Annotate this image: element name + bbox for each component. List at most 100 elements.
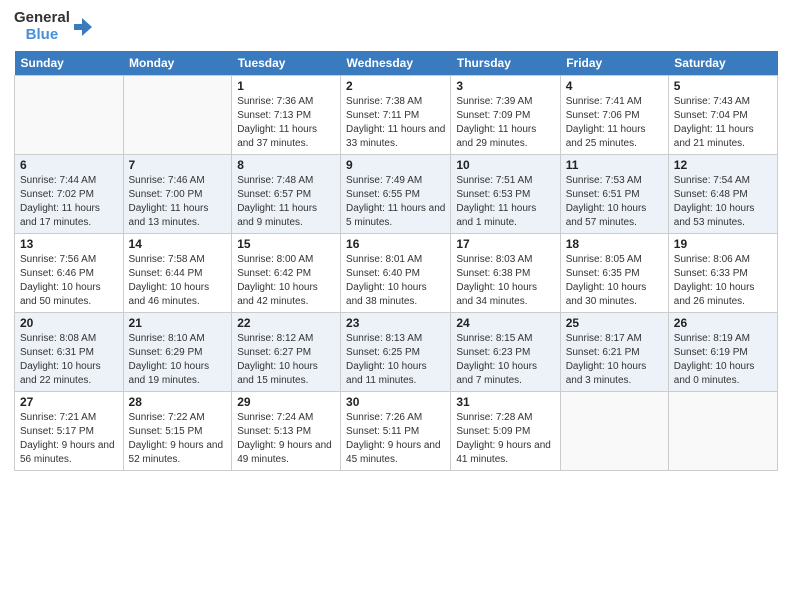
day-number: 14 xyxy=(129,237,227,251)
logo: General Blue xyxy=(14,10,94,43)
calendar-cell: 13 Sunrise: 7:56 AMSunset: 6:46 PMDayligh… xyxy=(15,234,124,313)
calendar-cell: 1 Sunrise: 7:36 AMSunset: 7:13 PMDaylight… xyxy=(232,76,341,155)
day-detail: Sunrise: 7:26 AMSunset: 5:11 PMDaylight:… xyxy=(346,411,445,467)
calendar-cell: 29 Sunrise: 7:24 AMSunset: 5:13 PMDayligh… xyxy=(232,392,341,471)
day-number: 8 xyxy=(237,158,335,172)
day-detail: Sunrise: 7:56 AMSunset: 6:46 PMDaylight:… xyxy=(20,253,118,309)
calendar-cell: 12 Sunrise: 7:54 AMSunset: 6:48 PMDayligh… xyxy=(668,155,777,234)
day-number: 26 xyxy=(674,316,772,330)
calendar-cell: 25 Sunrise: 8:17 AMSunset: 6:21 PMDayligh… xyxy=(560,313,668,392)
day-number: 15 xyxy=(237,237,335,251)
day-number: 7 xyxy=(129,158,227,172)
calendar-cell: 7Sunrise: 7:46 AMSunset: 7:00 PMDaylight… xyxy=(123,155,232,234)
calendar-cell: 11 Sunrise: 7:53 AMSunset: 6:51 PMDayligh… xyxy=(560,155,668,234)
calendar-cell xyxy=(560,392,668,471)
day-detail: Sunrise: 7:49 AMSunset: 6:55 PMDaylight:… xyxy=(346,174,445,230)
day-detail: Sunrise: 7:24 AMSunset: 5:13 PMDaylight:… xyxy=(237,411,335,467)
day-detail: Sunrise: 7:28 AMSunset: 5:09 PMDaylight:… xyxy=(456,411,554,467)
calendar-cell: 15 Sunrise: 8:00 AMSunset: 6:42 PMDayligh… xyxy=(232,234,341,313)
day-detail: Sunrise: 8:17 AMSunset: 6:21 PMDaylight:… xyxy=(566,332,663,388)
day-detail: Sunrise: 7:48 AMSunset: 6:57 PMDaylight:… xyxy=(237,174,335,230)
calendar-cell: 26 Sunrise: 8:19 AMSunset: 6:19 PMDayligh… xyxy=(668,313,777,392)
day-header-sunday: Sunday xyxy=(15,51,124,76)
calendar-cell: 23 Sunrise: 8:13 AMSunset: 6:25 PMDayligh… xyxy=(341,313,451,392)
day-header-saturday: Saturday xyxy=(668,51,777,76)
calendar-cell xyxy=(123,76,232,155)
day-detail: Sunrise: 7:43 AMSunset: 7:04 PMDaylight:… xyxy=(674,95,772,151)
day-detail: Sunrise: 7:22 AMSunset: 5:15 PMDaylight:… xyxy=(129,411,227,467)
day-number: 10 xyxy=(456,158,554,172)
calendar-cell: 21 Sunrise: 8:10 AMSunset: 6:29 PMDayligh… xyxy=(123,313,232,392)
day-number: 17 xyxy=(456,237,554,251)
day-detail: Sunrise: 7:21 AMSunset: 5:17 PMDaylight:… xyxy=(20,411,118,467)
day-number: 12 xyxy=(674,158,772,172)
day-number: 24 xyxy=(456,316,554,330)
day-number: 9 xyxy=(346,158,445,172)
day-header-tuesday: Tuesday xyxy=(232,51,341,76)
day-detail: Sunrise: 8:00 AMSunset: 6:42 PMDaylight:… xyxy=(237,253,335,309)
calendar-cell: 14 Sunrise: 7:58 AMSunset: 6:44 PMDayligh… xyxy=(123,234,232,313)
calendar-cell: 24Sunrise: 8:15 AMSunset: 6:23 PMDayligh… xyxy=(451,313,560,392)
calendar-cell: 19 Sunrise: 8:06 AMSunset: 6:33 PMDayligh… xyxy=(668,234,777,313)
day-detail: Sunrise: 7:39 AMSunset: 7:09 PMDaylight:… xyxy=(456,95,554,151)
day-detail: Sunrise: 7:53 AMSunset: 6:51 PMDaylight:… xyxy=(566,174,663,230)
day-header-friday: Friday xyxy=(560,51,668,76)
day-number: 23 xyxy=(346,316,445,330)
day-number: 16 xyxy=(346,237,445,251)
day-number: 13 xyxy=(20,237,118,251)
calendar-cell: 18 Sunrise: 8:05 AMSunset: 6:35 PMDayligh… xyxy=(560,234,668,313)
calendar-cell: 30Sunrise: 7:26 AMSunset: 5:11 PMDayligh… xyxy=(341,392,451,471)
day-header-thursday: Thursday xyxy=(451,51,560,76)
day-number: 31 xyxy=(456,395,554,409)
day-number: 22 xyxy=(237,316,335,330)
day-number: 1 xyxy=(237,79,335,93)
calendar-cell: 9 Sunrise: 7:49 AMSunset: 6:55 PMDaylight… xyxy=(341,155,451,234)
day-number: 25 xyxy=(566,316,663,330)
day-detail: Sunrise: 8:10 AMSunset: 6:29 PMDaylight:… xyxy=(129,332,227,388)
day-detail: Sunrise: 8:13 AMSunset: 6:25 PMDaylight:… xyxy=(346,332,445,388)
day-detail: Sunrise: 7:54 AMSunset: 6:48 PMDaylight:… xyxy=(674,174,772,230)
day-number: 19 xyxy=(674,237,772,251)
calendar-cell: 17 Sunrise: 8:03 AMSunset: 6:38 PMDayligh… xyxy=(451,234,560,313)
day-number: 11 xyxy=(566,158,663,172)
calendar-cell: 10 Sunrise: 7:51 AMSunset: 6:53 PMDayligh… xyxy=(451,155,560,234)
page-header: General Blue xyxy=(14,10,778,43)
calendar-cell: 28 Sunrise: 7:22 AMSunset: 5:15 PMDayligh… xyxy=(123,392,232,471)
calendar-cell xyxy=(15,76,124,155)
logo-arrow-icon xyxy=(72,16,94,38)
day-number: 29 xyxy=(237,395,335,409)
calendar-cell: 2Sunrise: 7:38 AMSunset: 7:11 PMDaylight… xyxy=(341,76,451,155)
calendar-cell: 20Sunrise: 8:08 AMSunset: 6:31 PMDayligh… xyxy=(15,313,124,392)
day-detail: Sunrise: 7:51 AMSunset: 6:53 PMDaylight:… xyxy=(456,174,554,230)
day-detail: Sunrise: 8:03 AMSunset: 6:38 PMDaylight:… xyxy=(456,253,554,309)
day-detail: Sunrise: 8:12 AMSunset: 6:27 PMDaylight:… xyxy=(237,332,335,388)
day-header-wednesday: Wednesday xyxy=(341,51,451,76)
calendar-cell: 27 Sunrise: 7:21 AMSunset: 5:17 PMDayligh… xyxy=(15,392,124,471)
day-detail: Sunrise: 7:58 AMSunset: 6:44 PMDaylight:… xyxy=(129,253,227,309)
day-detail: Sunrise: 7:38 AMSunset: 7:11 PMDaylight:… xyxy=(346,95,445,151)
logo-text: General Blue xyxy=(14,10,94,43)
calendar-cell: 5 Sunrise: 7:43 AMSunset: 7:04 PMDaylight… xyxy=(668,76,777,155)
day-detail: Sunrise: 7:41 AMSunset: 7:06 PMDaylight:… xyxy=(566,95,663,151)
day-number: 18 xyxy=(566,237,663,251)
day-number: 27 xyxy=(20,395,118,409)
day-number: 5 xyxy=(674,79,772,93)
day-detail: Sunrise: 8:01 AMSunset: 6:40 PMDaylight:… xyxy=(346,253,445,309)
day-detail: Sunrise: 8:05 AMSunset: 6:35 PMDaylight:… xyxy=(566,253,663,309)
day-detail: Sunrise: 8:06 AMSunset: 6:33 PMDaylight:… xyxy=(674,253,772,309)
day-number: 28 xyxy=(129,395,227,409)
day-number: 20 xyxy=(20,316,118,330)
day-detail: Sunrise: 7:36 AMSunset: 7:13 PMDaylight:… xyxy=(237,95,335,151)
day-header-monday: Monday xyxy=(123,51,232,76)
calendar-cell xyxy=(668,392,777,471)
calendar: SundayMondayTuesdayWednesdayThursdayFrid… xyxy=(14,51,778,471)
day-detail: Sunrise: 7:44 AMSunset: 7:02 PMDaylight:… xyxy=(20,174,118,230)
calendar-cell: 4 Sunrise: 7:41 AMSunset: 7:06 PMDaylight… xyxy=(560,76,668,155)
day-detail: Sunrise: 8:19 AMSunset: 6:19 PMDaylight:… xyxy=(674,332,772,388)
day-number: 21 xyxy=(129,316,227,330)
day-number: 3 xyxy=(456,79,554,93)
day-number: 4 xyxy=(566,79,663,93)
calendar-cell: 8 Sunrise: 7:48 AMSunset: 6:57 PMDaylight… xyxy=(232,155,341,234)
calendar-cell: 16 Sunrise: 8:01 AMSunset: 6:40 PMDayligh… xyxy=(341,234,451,313)
calendar-cell: 6Sunrise: 7:44 AMSunset: 7:02 PMDaylight… xyxy=(15,155,124,234)
